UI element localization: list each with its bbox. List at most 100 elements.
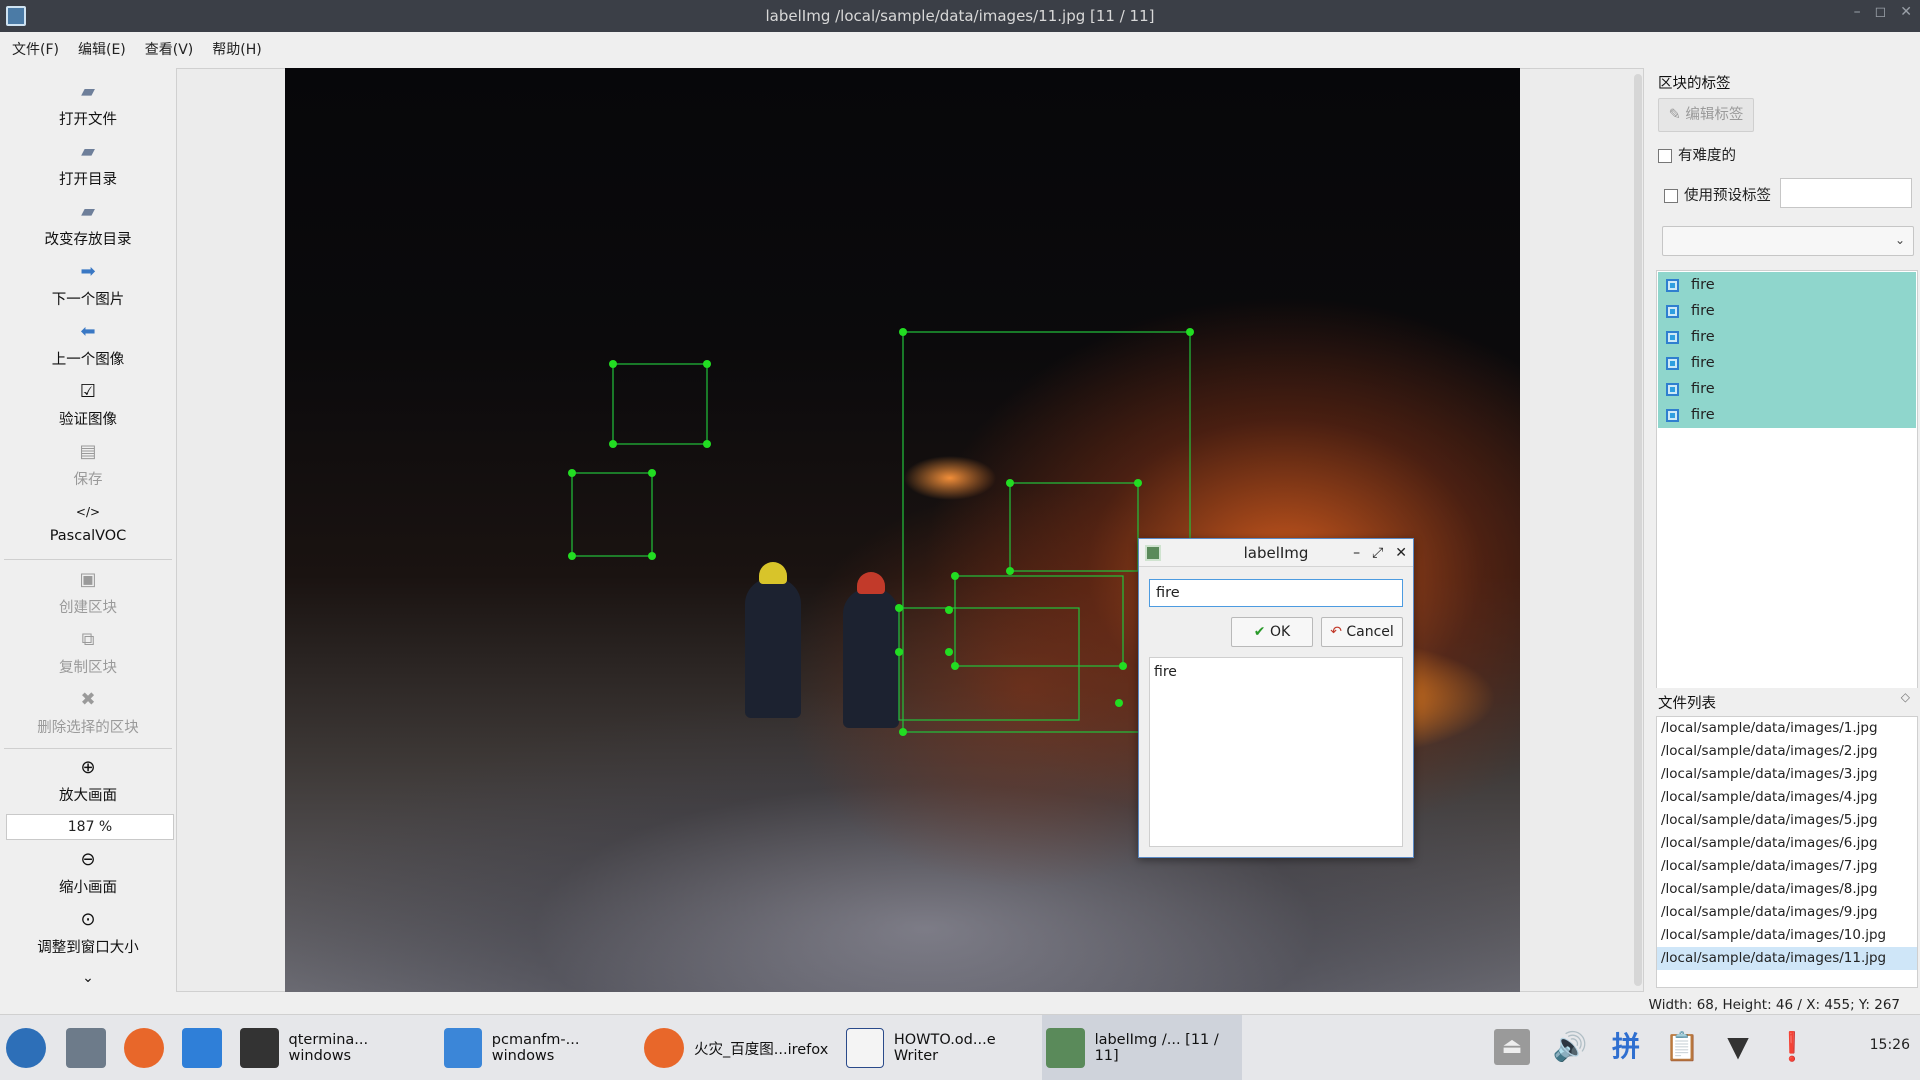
dialog-title: labelImg: [1243, 544, 1309, 562]
clock[interactable]: 15:26: [1870, 1037, 1910, 1053]
start-menu-button[interactable]: [6, 1015, 56, 1080]
dock-float-icon[interactable]: ◇: [1901, 690, 1910, 704]
label-list-item[interactable]: fire: [1658, 272, 1916, 298]
format-button[interactable]: </> PascalVOC: [2, 500, 174, 544]
menu-help[interactable]: 帮助(H): [206, 39, 274, 59]
firefighter-figure: [843, 572, 899, 728]
toolbar-more-button[interactable]: ⌄: [2, 970, 174, 986]
task-terminal[interactable]: qtermina... windows: [240, 1015, 430, 1080]
ok-button[interactable]: ✔ OK: [1231, 617, 1313, 647]
zoom-out-button[interactable]: ⊖ 缩小画面: [2, 848, 174, 897]
label-list-item[interactable]: fire: [1658, 350, 1916, 376]
chevron-down-icon: ⌄: [82, 970, 94, 986]
prev-image-button[interactable]: ⬅ 上一个图像: [2, 320, 174, 369]
folder-open-icon: ▰: [81, 201, 95, 222]
file-list-item[interactable]: /local/sample/data/images/7.jpg: [1657, 855, 1917, 878]
save-button[interactable]: ▤ 保存: [2, 440, 174, 489]
menu-view[interactable]: 查看(V): [139, 39, 207, 59]
edit-label-button[interactable]: ✎ 编辑标签: [1658, 98, 1754, 132]
create-box-button[interactable]: ▣ 创建区块: [2, 568, 174, 617]
task-labelimg[interactable]: labelImg /... [11 / 11]: [1042, 1015, 1242, 1080]
minimize-icon[interactable]: –: [1854, 4, 1861, 20]
file-list-item[interactable]: /local/sample/data/images/1.jpg: [1657, 717, 1917, 740]
checkbox-icon[interactable]: [1666, 356, 1679, 370]
minimize-icon[interactable]: –: [1353, 539, 1360, 567]
file-manager-launcher[interactable]: [66, 1015, 116, 1080]
checkbox-icon[interactable]: [1666, 408, 1679, 422]
document-icon: [846, 1028, 884, 1068]
label-list-item[interactable]: fire: [1658, 324, 1916, 350]
firefox-launcher[interactable]: [124, 1015, 174, 1080]
file-list-item[interactable]: /local/sample/data/images/10.jpg: [1657, 924, 1917, 947]
app-icon: [6, 6, 26, 26]
label-list-item[interactable]: fire: [1658, 376, 1916, 402]
file-list: /local/sample/data/images/1.jpg /local/s…: [1656, 716, 1918, 988]
open-file-button[interactable]: ▰ 打开文件: [2, 80, 174, 129]
create-box-icon: ▣: [79, 569, 97, 590]
window-title: labelImg /local/sample/data/images/11.jp…: [765, 7, 1155, 25]
ime-indicator[interactable]: 拼: [1608, 1029, 1644, 1065]
file-list-item[interactable]: /local/sample/data/images/4.jpg: [1657, 786, 1917, 809]
use-default-label-checkbox[interactable]: 使用预设标签: [1664, 184, 1771, 205]
label-history-item[interactable]: fire: [1154, 664, 1398, 680]
close-icon[interactable]: ✕: [1900, 4, 1912, 20]
canvas-scrollbar[interactable]: [1634, 74, 1642, 986]
menu-file[interactable]: 文件(F): [6, 39, 72, 59]
zoom-in-button[interactable]: ⊕ 放大画面: [2, 756, 174, 805]
maximize-icon[interactable]: ⤢: [1372, 539, 1383, 567]
label-list-item[interactable]: fire: [1658, 298, 1916, 324]
label-history-list: fire: [1149, 657, 1403, 847]
file-list-item[interactable]: /local/sample/data/images/2.jpg: [1657, 740, 1917, 763]
checkbox-icon[interactable]: [1666, 278, 1679, 292]
file-list-item[interactable]: /local/sample/data/images/3.jpg: [1657, 763, 1917, 786]
status-bar: Width: 68, Height: 46 / X: 455; Y: 267: [0, 994, 1920, 1014]
wifi-icon[interactable]: ▼: [1720, 1029, 1756, 1065]
undo-icon: ↶: [1330, 624, 1342, 640]
volume-icon[interactable]: 🔊: [1552, 1029, 1588, 1065]
label-input[interactable]: fire: [1149, 579, 1403, 607]
open-dir-button[interactable]: ▰ 打开目录: [2, 140, 174, 189]
app-icon: [1145, 545, 1161, 561]
file-list-item[interactable]: /local/sample/data/images/6.jpg: [1657, 832, 1917, 855]
file-list-item-selected[interactable]: /local/sample/data/images/11.jpg: [1657, 947, 1917, 970]
show-desktop-button[interactable]: [182, 1015, 232, 1080]
checkbox-icon[interactable]: [1666, 382, 1679, 396]
file-list-dock: 文件列表 ◇ /local/sample/data/images/1.jpg /…: [1652, 688, 1920, 992]
default-label-input[interactable]: [1780, 178, 1912, 208]
window-titlebar: labelImg /local/sample/data/images/11.jp…: [0, 0, 1920, 32]
duplicate-box-button[interactable]: ⧉ 复制区块: [2, 628, 174, 677]
close-icon[interactable]: ✕: [1395, 539, 1407, 567]
verify-image-button[interactable]: ☑ 验证图像: [2, 380, 174, 429]
folder-icon: [444, 1028, 482, 1068]
firefox-icon: [124, 1028, 164, 1068]
notification-icon[interactable]: ❗: [1774, 1029, 1810, 1065]
task-pcmanfm[interactable]: pcmanfm-... windows: [444, 1015, 638, 1080]
file-list-item[interactable]: /local/sample/data/images/8.jpg: [1657, 878, 1917, 901]
label-list-item[interactable]: fire: [1658, 402, 1916, 428]
next-image-button[interactable]: ➡ 下一个图片: [2, 260, 174, 309]
eject-icon[interactable]: ⏏: [1494, 1029, 1530, 1065]
zoom-spinbox[interactable]: 187 %: [6, 814, 174, 840]
maximize-icon[interactable]: ◻: [1875, 4, 1887, 20]
fit-window-button[interactable]: ⊙ 调整到窗口大小: [2, 908, 174, 957]
change-save-dir-button[interactable]: ▰ 改变存放目录: [2, 200, 174, 249]
folder-open-icon: ▰: [81, 81, 95, 102]
checkbox-icon[interactable]: [1666, 330, 1679, 344]
delete-box-button[interactable]: ✖ 删除选择的区块: [2, 688, 174, 737]
toolbar-divider: [4, 748, 172, 749]
folder-open-icon: ▰: [81, 141, 95, 162]
cancel-button[interactable]: ↶ Cancel: [1321, 617, 1403, 647]
taskbar: qtermina... windows pcmanfm-... windows …: [0, 1014, 1920, 1080]
clipboard-icon[interactable]: 📋: [1664, 1029, 1700, 1065]
difficult-checkbox[interactable]: 有难度的: [1658, 144, 1736, 165]
checkbox-icon[interactable]: [1666, 304, 1679, 318]
label-filter-combo[interactable]: ⌄: [1662, 226, 1914, 256]
menu-edit[interactable]: 编辑(E): [72, 39, 139, 59]
file-list-item[interactable]: /local/sample/data/images/5.jpg: [1657, 809, 1917, 832]
file-list-item[interactable]: /local/sample/data/images/9.jpg: [1657, 901, 1917, 924]
checkbox-icon: ☑: [79, 381, 97, 402]
firefighter-figure: [745, 562, 801, 718]
labelimg-icon: [1046, 1028, 1085, 1068]
task-writer[interactable]: HOWTO.od...e Writer: [846, 1015, 1036, 1080]
task-firefox[interactable]: 火灾_百度图...irefox: [644, 1015, 830, 1080]
